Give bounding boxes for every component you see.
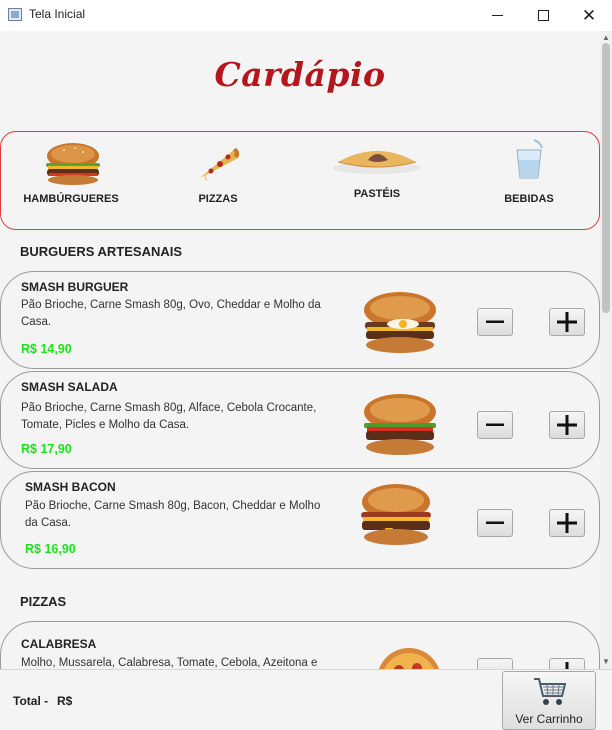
increase-quantity-button[interactable] <box>549 308 585 336</box>
section-title-pizzas: PIZZAS <box>20 594 67 609</box>
category-pizzas-label: PIZZAS <box>198 193 238 205</box>
decrease-quantity-button[interactable] <box>477 411 513 439</box>
menu-item-card: SMASH BACON Pão Brioche, Carne Smash 80g… <box>0 471 600 569</box>
item-name: CALABRESA <box>21 637 97 651</box>
view-cart-label: Ver Carrinho <box>515 712 583 726</box>
menu-logo: Cardápio <box>214 55 386 94</box>
item-name: SMASH BURGUER <box>21 280 129 294</box>
shopping-cart-icon <box>534 678 567 705</box>
menu-scroll-area[interactable]: Cardápio HAMBÚRGUERES PIZZAS PASTÉIS BEB… <box>0 31 612 669</box>
calabresa-pizza-image <box>378 648 440 669</box>
category-pasteis-label: PASTÉIS <box>353 188 401 200</box>
increase-quantity-button[interactable] <box>549 509 585 537</box>
vertical-scrollbar[interactable]: ▲ ▼ <box>600 31 612 669</box>
category-bebidas-label: BEBIDAS <box>504 193 554 205</box>
view-cart-button[interactable]: Ver Carrinho <box>502 671 596 730</box>
menu-item-card: CALABRESA Molho, Mussarela, Calabresa, T… <box>0 621 600 669</box>
footer-bar: Total - R$ Ver Carrinho <box>0 669 612 730</box>
total-label: Total - <box>13 694 49 708</box>
smash-salada-image <box>364 394 436 455</box>
maximize-button[interactable] <box>520 0 566 31</box>
water-glass-icon <box>516 139 543 179</box>
category-pasteis[interactable]: PASTÉIS <box>312 132 442 229</box>
total-value: R$ <box>57 694 73 708</box>
menu-item-card: SMASH BURGUER Pão Brioche, Carne Smash 8… <box>0 271 600 369</box>
minus-icon <box>486 423 504 426</box>
window-title: Tela Inicial <box>29 7 86 21</box>
section-title-burgers: BURGUERS ARTESANAIS <box>20 244 183 259</box>
category-burgers[interactable]: HAMBÚRGUERES <box>6 132 136 229</box>
minimize-button[interactable] <box>474 0 520 31</box>
category-bebidas[interactable]: BEBIDAS <box>464 132 594 229</box>
pizza-slice-icon <box>200 148 240 181</box>
decrease-quantity-button[interactable] <box>477 308 513 336</box>
minus-icon <box>486 320 504 323</box>
item-name: SMASH BACON <box>25 480 116 494</box>
scroll-down-arrow-icon[interactable]: ▼ <box>601 657 611 667</box>
item-description: Pão Brioche, Carne Smash 80g, Alface, Ce… <box>21 402 317 431</box>
close-button[interactable]: ✕ <box>566 0 612 31</box>
plus-icon <box>557 312 577 332</box>
app-window-icon <box>8 8 22 21</box>
decrease-quantity-button[interactable] <box>477 509 513 537</box>
scroll-up-arrow-icon[interactable]: ▲ <box>601 33 611 43</box>
burger-icon <box>46 143 100 185</box>
increase-quantity-button[interactable] <box>549 411 585 439</box>
category-burgers-label: HAMBÚRGUERES <box>23 193 119 205</box>
item-description: Pão Brioche, Carne Smash 80g, Ovo, Chedd… <box>21 299 321 328</box>
window-titlebar: Tela Inicial ✕ <box>0 0 612 31</box>
scroll-thumb[interactable] <box>602 43 610 313</box>
item-price: R$ 17,90 <box>21 442 72 456</box>
item-description: Molho, Mussarela, Calabresa, Tomate, Ceb… <box>21 657 318 669</box>
minus-icon <box>486 521 504 524</box>
maximize-icon <box>537 10 549 21</box>
pastel-icon <box>333 151 421 174</box>
increase-quantity-button[interactable] <box>549 658 585 669</box>
item-description: Pão Brioche, Carne Smash 80g, Bacon, Che… <box>25 500 321 529</box>
item-name: SMASH SALADA <box>21 380 118 394</box>
category-bar: HAMBÚRGUERES PIZZAS PASTÉIS BEBIDAS <box>0 131 600 230</box>
smash-bacon-image <box>361 484 431 545</box>
minimize-icon <box>491 15 503 16</box>
plus-icon <box>565 662 569 669</box>
decrease-quantity-button[interactable] <box>477 658 513 669</box>
category-pizzas[interactable]: PIZZAS <box>153 132 283 229</box>
menu-item-card: SMASH SALADA Pão Brioche, Carne Smash 80… <box>0 371 600 469</box>
smash-burguer-image <box>364 292 436 353</box>
plus-icon <box>557 513 577 533</box>
plus-icon <box>557 415 577 435</box>
item-price: R$ 16,90 <box>25 542 76 556</box>
close-icon: ✕ <box>581 5 597 26</box>
item-price: R$ 14,90 <box>21 342 72 356</box>
